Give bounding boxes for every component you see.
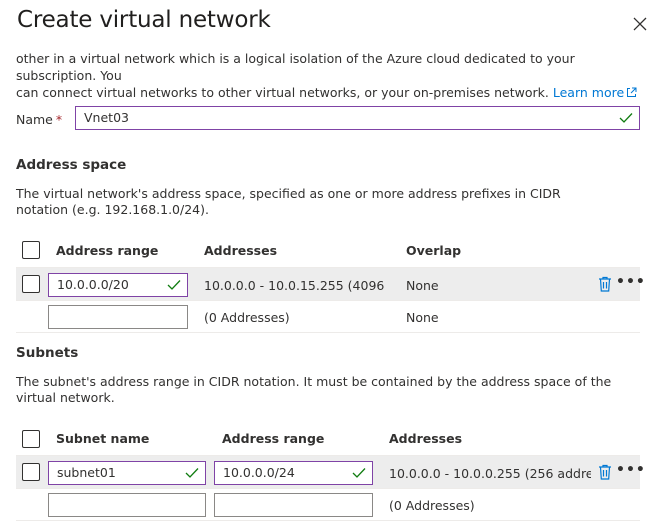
subnet-name-value: subnet01 [57,465,116,480]
subnet-name-input[interactable]: subnet01 [48,461,206,485]
more-icon[interactable]: ••• [616,274,646,290]
divider [16,520,640,521]
subnet-col-header-addresses: Addresses [389,431,463,446]
select-all-address-checkbox[interactable] [22,241,40,259]
divider [16,300,640,301]
intro-line-2: can connect virtual networks to other vi… [16,84,646,101]
address-col-header-addresses: Addresses [204,243,278,258]
name-input[interactable]: Vnet03 [75,106,640,130]
address-space-description: The virtual network's address space, spe… [16,186,561,217]
external-link-icon [627,87,637,97]
required-mark: * [55,112,63,127]
subnet-range-input[interactable]: 10.0.0.0/24 [214,461,373,485]
name-label: Name * [16,112,62,127]
subnet-col-header-range: Address range [222,431,325,446]
new-subnet-row-addresses: (0 Addresses) [389,498,475,513]
new-address-range-input[interactable] [48,305,188,329]
intro-line-2-text: can connect virtual networks to other vi… [16,85,549,100]
checkmark-icon [167,280,181,290]
checkmark-icon [185,468,199,478]
divider [16,488,640,489]
new-address-row-overlap: None [406,310,439,325]
address-col-header-range: Address range [56,243,159,258]
address-range-value: 10.0.0.0/20 [57,277,129,292]
intro-line-1: other in a virtual network which is a lo… [16,51,575,83]
learn-more-link[interactable]: Learn more [553,85,637,100]
address-space-heading: Address space [16,157,127,173]
checkmark-icon [352,468,366,478]
new-subnet-name-input[interactable] [48,493,206,517]
subnets-heading: Subnets [16,345,79,361]
subnet-col-header-name: Subnet name [56,431,150,446]
new-address-row-addresses: (0 Addresses) [204,310,290,325]
close-icon [633,17,647,31]
panel-title: Create virtual network [17,7,271,33]
subnet-row-checkbox[interactable] [22,463,40,481]
divider [16,332,640,333]
close-button[interactable] [628,12,652,36]
panel-content[interactable]: other in a virtual network which is a lo… [0,44,661,532]
trash-icon[interactable] [598,276,612,292]
address-row-checkbox[interactable] [22,275,40,293]
name-label-text: Name [16,112,53,127]
learn-more-label: Learn more [552,85,625,100]
address-row-overlap: None [406,278,439,293]
more-icon[interactable]: ••• [616,462,646,478]
name-input-value: Vnet03 [84,110,129,125]
select-all-subnets-checkbox[interactable] [22,430,40,448]
address-col-header-overlap: Overlap [406,243,462,258]
address-row-addresses: 10.0.0.0 - 10.0.15.255 (4096 a... [204,278,389,293]
intro-text: other in a virtual network which is a lo… [16,50,646,101]
subnets-description: The subnet's address range in CIDR notat… [16,374,612,405]
new-subnet-range-input[interactable] [214,493,373,517]
checkmark-icon [619,113,633,123]
trash-icon[interactable] [598,464,612,480]
address-range-input[interactable]: 10.0.0.0/20 [48,273,188,297]
subnet-row-addresses: 10.0.0.0 - 10.0.0.255 (256 addres... [389,466,591,481]
subnet-range-value: 10.0.0.0/24 [223,465,295,480]
